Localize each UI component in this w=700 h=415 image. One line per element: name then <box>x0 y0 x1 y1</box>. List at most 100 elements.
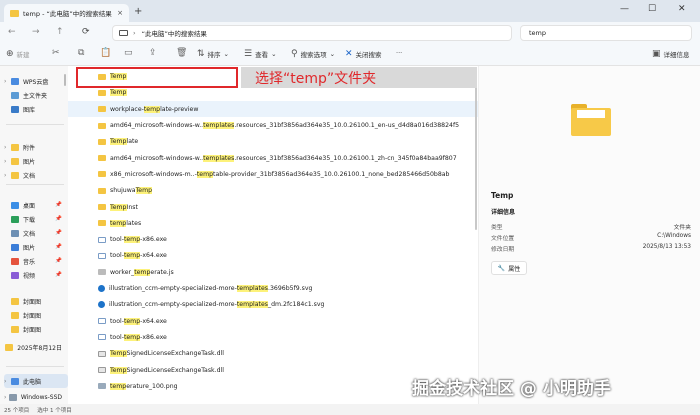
file-name-part: erate.js <box>150 268 174 276</box>
chevron-right-icon[interactable]: › <box>4 378 11 385</box>
view-label: 查看 <box>255 51 269 59</box>
sidebar-item[interactable]: › Windows-SSD <box>4 390 68 404</box>
list-item[interactable]: amd64_microsoft-windows-w.. templates .res… <box>68 150 478 166</box>
sort-button[interactable]: ⇅ 排序 ⌄ <box>197 49 229 59</box>
file-list-scrollbar[interactable] <box>475 70 477 230</box>
sidebar-item[interactable]: 封面图 <box>4 308 68 322</box>
copy-icon[interactable]: ⧉ <box>78 48 84 58</box>
maximize-button[interactable]: ☐ <box>648 4 656 14</box>
list-item[interactable]: shujuwa Temp <box>68 183 478 199</box>
list-item[interactable]: Temp late <box>68 134 478 150</box>
view-icon: ☰ <box>244 49 253 59</box>
search-options-button[interactable]: ⚲ 搜索选项 ⌄ <box>291 49 335 59</box>
details-button[interactable]: ▣ 详细信息 <box>652 49 690 59</box>
forward-arrow-icon[interactable]: → <box>32 27 40 37</box>
file-name-part: -x86.exe <box>140 236 167 244</box>
folder-icon <box>11 91 19 99</box>
sidebar-item[interactable]: › 此电脑 <box>4 374 68 388</box>
rename-icon[interactable]: ▭ <box>124 48 133 58</box>
sidebar-item[interactable]: 桌面 📌 <box>4 198 68 212</box>
back-arrow-icon[interactable]: ← <box>8 27 16 37</box>
view-button[interactable]: ☰ 查看 ⌄ <box>244 49 277 59</box>
search-match-highlight: Temp <box>135 187 153 195</box>
refresh-icon[interactable]: ⟳ <box>82 27 90 37</box>
folder-icon <box>8 393 17 401</box>
chevron-right-icon[interactable]: › <box>4 158 11 165</box>
delete-icon[interactable]: 🗑 <box>176 48 187 58</box>
sidebar-item[interactable]: › 图片 <box>4 154 68 168</box>
minimize-button[interactable]: — <box>620 4 629 14</box>
folder-icon <box>11 377 19 385</box>
file-name-part: amd64_microsoft-windows-w.. <box>110 154 204 162</box>
list-item[interactable]: worker_ temp erate.js <box>68 264 478 280</box>
file-name-part: .3696b5f9.svg <box>268 285 313 293</box>
sidebar-item[interactable]: 视频 📌 <box>4 268 68 282</box>
list-item[interactable]: x86_microsoft-windows-m..- temp table-prov… <box>68 166 478 182</box>
list-item[interactable]: Temp Inst <box>68 199 478 215</box>
pin-icon: 📌 <box>55 216 62 222</box>
list-item[interactable]: tool-temp -x64.exe <box>68 248 478 264</box>
annotation-highlight-box <box>76 67 238 88</box>
new-tab-button[interactable]: + <box>134 6 142 17</box>
list-item[interactable]: tool-temp -x86.exe <box>68 232 478 248</box>
chevron-right-icon[interactable]: › <box>4 144 11 151</box>
list-item[interactable]: illustration_ccm-empty-specialized-more-… <box>68 297 478 313</box>
new-button[interactable]: ⊕ 新建 <box>6 49 30 59</box>
folder-icon <box>11 105 19 113</box>
sidebar-item[interactable]: › WPS云盘 <box>4 74 68 88</box>
list-item[interactable]: Temp SignedLicenseExchangeTask.dll <box>68 346 478 362</box>
folder-icon <box>11 77 19 85</box>
cut-icon[interactable]: ✂ <box>52 48 60 58</box>
paste-icon[interactable]: 📋 <box>100 48 111 58</box>
sidebar-item[interactable]: 封面图 <box>4 322 68 336</box>
file-icon <box>98 285 105 293</box>
share-icon[interactable]: ⇪ <box>149 48 157 58</box>
sidebar-item[interactable]: 封面图 <box>4 294 68 308</box>
file-name-part: .resources_31bf3856ad364e35_10.0.26100.1… <box>234 154 457 162</box>
file-name-part: .resources_31bf3856ad364e35_10.0.26100.1… <box>234 122 460 130</box>
navigation-pane: › WPS云盘 主文件夹 图库 › 附件 › 图片 › 文档桌面 📌 下载 📌 文档 📌 图片 📌 音乐 📌 视频 📌 封… <box>0 66 68 404</box>
sidebar-item[interactable]: 音乐 📌 <box>4 254 68 268</box>
tab-close-icon[interactable]: × <box>117 9 123 17</box>
list-item[interactable]: tool-temp -x86.exe <box>68 329 478 345</box>
list-item[interactable]: amd64_microsoft-windows-w.. templates .res… <box>68 117 478 133</box>
file-icon <box>98 350 106 357</box>
selected-count: 选中 1 个项目 <box>37 407 72 414</box>
address-input[interactable]: › “此电脑”中的搜索结果 <box>112 25 512 41</box>
sidebar-item[interactable]: 图片 📌 <box>4 240 68 254</box>
list-item[interactable]: illustration_ccm-empty-specialized-more-… <box>68 280 478 296</box>
up-arrow-icon[interactable]: ↑ <box>56 27 64 37</box>
sidebar-item[interactable]: 文档 📌 <box>4 226 68 240</box>
list-item[interactable]: workplace-temp late-preview <box>68 101 478 118</box>
chevron-down-icon: ⌄ <box>223 50 229 58</box>
sidebar-item[interactable]: 图库 <box>4 102 68 116</box>
list-item[interactable]: tool-temp -x64.exe <box>68 313 478 329</box>
chevron-right-icon[interactable]: › <box>4 172 11 179</box>
folder-icon <box>98 187 106 194</box>
more-button[interactable]: ··· <box>396 49 402 57</box>
sidebar-item[interactable]: › 文档 <box>4 168 68 182</box>
close-window-button[interactable]: ✕ <box>678 4 686 14</box>
search-match-highlight: Temp <box>110 203 127 211</box>
details-row-modified: 修改日期 2025/8/13 13:53 <box>491 244 691 253</box>
sidebar-item-label: 附件 <box>23 144 36 152</box>
search-match-highlight: Temp <box>110 350 127 358</box>
chevron-right-icon[interactable]: › <box>4 78 11 85</box>
address-path: “此电脑”中的搜索结果 <box>141 30 207 38</box>
file-name-part: worker_ <box>110 268 135 276</box>
sidebar-item-label: 封面图 <box>23 298 42 306</box>
sidebar-item[interactable]: 2025年8月12日 <box>4 340 68 354</box>
list-item[interactable]: temp lates <box>68 215 478 231</box>
tab-search-results[interactable]: temp - “此电脑”中的搜索结果 × <box>4 4 129 22</box>
sidebar-item-label: 封面图 <box>23 326 42 334</box>
properties-button[interactable]: 🔧 属性 <box>491 261 527 275</box>
folder-icon <box>98 138 106 145</box>
close-search-button[interactable]: ✕ 关闭搜索 <box>345 49 382 59</box>
search-input[interactable]: temp <box>520 25 692 41</box>
sidebar-item-label: 2025年8月12日 <box>17 344 62 352</box>
sidebar-item[interactable]: › 附件 <box>4 140 68 154</box>
sidebar-item[interactable]: 主文件夹 <box>4 88 68 102</box>
sidebar-item[interactable]: 下载 📌 <box>4 212 68 226</box>
search-match-highlight: templates <box>203 154 235 162</box>
file-list: Temp Temp workplace-temp late-preview amd64_… <box>68 66 478 404</box>
